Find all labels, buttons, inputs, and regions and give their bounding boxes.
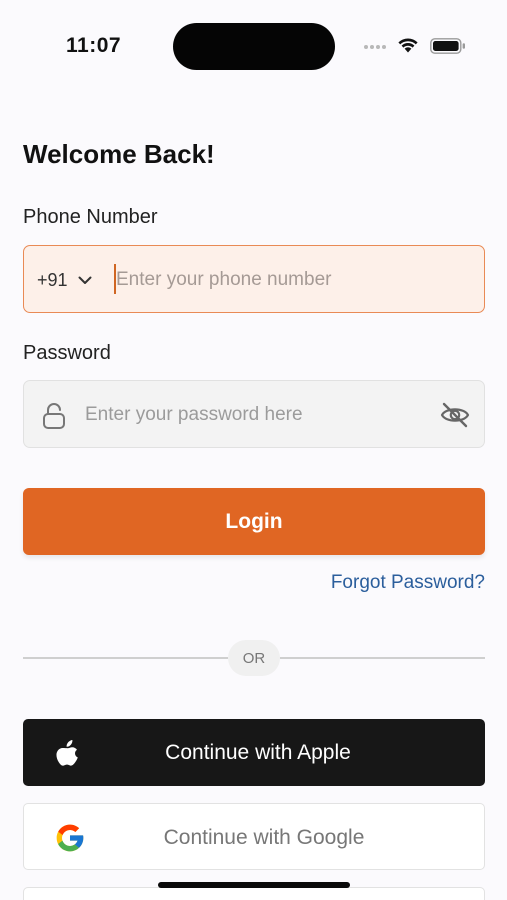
country-code-select[interactable]: +91 xyxy=(37,246,92,314)
phone-number-field[interactable]: +91 xyxy=(23,245,485,314)
chevron-down-icon xyxy=(78,276,92,284)
status-bar: 11:07 xyxy=(0,0,507,92)
password-input[interactable] xyxy=(85,381,425,449)
forgot-password-link[interactable]: Forgot Password? xyxy=(331,572,485,594)
continue-with-google-button[interactable]: Continue with Google xyxy=(23,803,485,870)
dynamic-island xyxy=(173,23,335,70)
eye-slash-icon[interactable] xyxy=(440,401,470,429)
divider-right xyxy=(280,657,485,659)
status-time: 11:07 xyxy=(66,34,122,57)
country-code-value: +91 xyxy=(37,269,68,290)
password-label: Password xyxy=(23,342,111,364)
home-indicator xyxy=(158,882,350,888)
phone-number-input[interactable] xyxy=(116,246,476,314)
divider-left xyxy=(23,657,228,659)
battery-icon xyxy=(430,38,465,54)
wifi-icon xyxy=(398,38,418,53)
signal-dots-icon xyxy=(364,45,388,51)
password-field[interactable] xyxy=(23,380,485,449)
login-button[interactable]: Login xyxy=(23,488,485,555)
google-button-label: Continue with Google xyxy=(163,825,365,849)
continue-with-apple-button[interactable]: Continue with Apple xyxy=(23,719,485,786)
phone-number-label: Phone Number xyxy=(23,206,158,228)
lock-icon xyxy=(43,403,65,429)
next-sign-in-option[interactable] xyxy=(23,887,485,900)
apple-button-label: Continue with Apple xyxy=(165,740,351,764)
page-title: Welcome Back! xyxy=(23,139,215,169)
or-divider-label: OR xyxy=(228,640,280,676)
